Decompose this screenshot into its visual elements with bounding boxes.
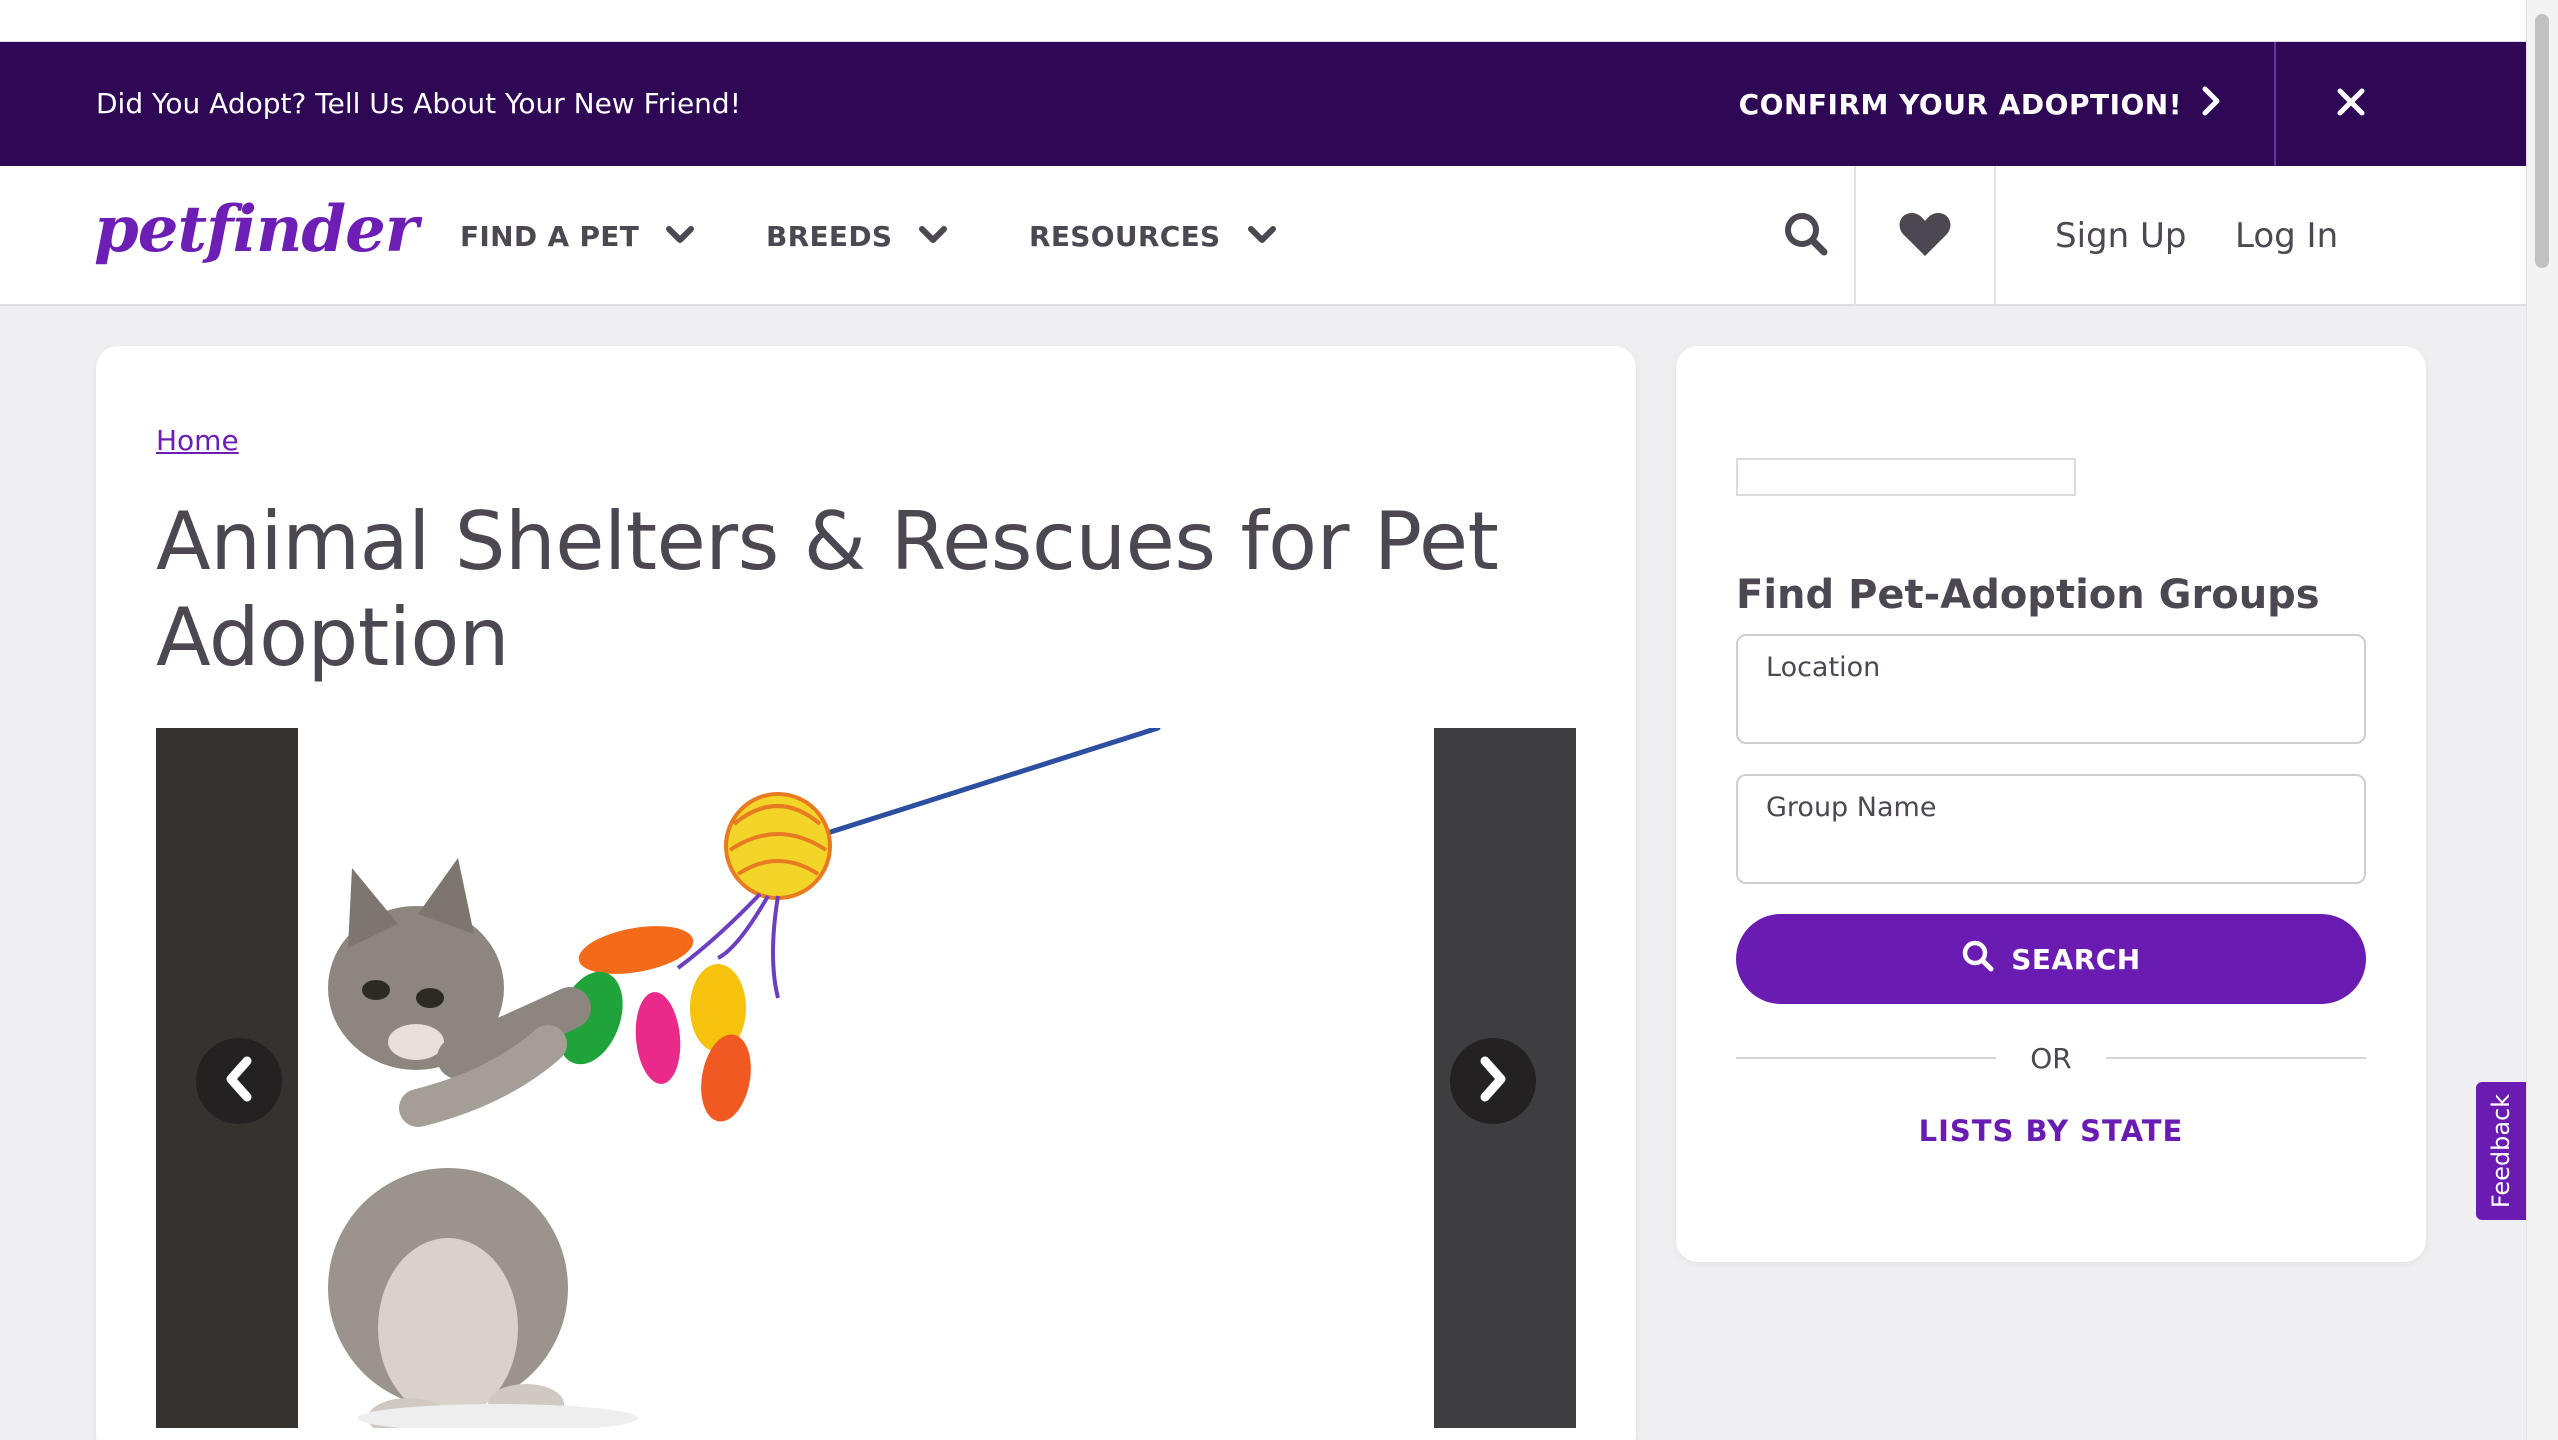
or-divider: OR [1736,1038,2366,1078]
chevron-right-icon [1475,1055,1511,1107]
search-button-label: SEARCH [2011,942,2141,976]
search-icon [1782,210,1830,262]
chevron-left-icon [221,1055,257,1107]
main-content-card: Home Animal Shelters & Rescues for Pet A… [96,346,1636,1440]
search-button[interactable] [1756,166,1856,306]
adoption-banner: Did You Adopt? Tell Us About Your New Fr… [0,42,2526,166]
banner-message: Did You Adopt? Tell Us About Your New Fr… [96,87,741,120]
divider-line [1736,1057,1997,1059]
sign-up-link[interactable]: Sign Up [2055,166,2186,306]
carousel-current-slide-kitten-image [298,728,1434,1428]
carousel-next-button[interactable] [1450,1038,1536,1124]
confirm-adoption-label: CONFIRM YOUR ADOPTION! [1738,87,2182,121]
confirm-adoption-button[interactable]: CONFIRM YOUR ADOPTION! [1739,42,2222,166]
search-card-heading: Find Pet-Adoption Groups [1736,572,2320,618]
feedback-tab[interactable]: Feedback [2476,1082,2526,1220]
breadcrumb-home-link[interactable]: Home [156,424,239,457]
group-name-field[interactable]: Group Name [1736,774,2366,884]
divider-line [2105,1057,2366,1059]
nav-resources[interactable]: RESOURCES [1029,166,1277,306]
location-input[interactable] [1766,697,2336,728]
chevron-right-icon [2200,86,2222,123]
chevron-down-icon [1247,220,1277,253]
or-text: OR [2030,1041,2072,1075]
page-scrollbar[interactable] [2526,0,2558,1440]
banner-divider [2274,42,2276,166]
log-in-link[interactable]: Log In [2235,166,2338,306]
page-title: Animal Shelters & Rescues for Pet Adopti… [156,495,1499,684]
carousel-prev-button[interactable] [196,1038,282,1124]
petfinder-logo[interactable]: petfinder [94,192,419,267]
nav-find-a-pet-label: FIND A PET [460,219,640,253]
heart-icon [1898,210,1952,262]
chevron-down-icon [665,220,695,253]
nav-breeds-label: BREEDS [766,219,893,253]
ad-placeholder [1736,458,2076,496]
browser-top-strip [0,0,2526,42]
nav-separator [1994,166,1996,306]
group-name-field-label: Group Name [1766,792,1937,823]
location-field-label: Location [1766,652,1881,683]
nav-breeds[interactable]: BREEDS [766,166,948,306]
nav-resources-label: RESOURCES [1029,219,1221,253]
adoption-group-search-card: Find Pet-Adoption Groups Location Group … [1676,346,2426,1262]
image-carousel [156,728,1576,1428]
lists-by-state-link[interactable]: LISTS BY STATE [1736,1114,2366,1148]
close-banner-button[interactable] [2326,79,2376,129]
close-icon [2336,87,2366,121]
feedback-label: Feedback [2487,1093,2516,1209]
favorites-button[interactable] [1856,166,1994,306]
group-name-input[interactable] [1766,837,2336,868]
search-icon [1961,939,1995,980]
chevron-down-icon [918,220,948,253]
search-groups-button[interactable]: SEARCH [1736,914,2366,1004]
location-field[interactable]: Location [1736,634,2366,744]
main-navbar: petfinder FIND A PET BREEDS RESOURCES Si… [0,166,2526,306]
nav-find-a-pet[interactable]: FIND A PET [460,166,695,306]
scrollbar-thumb[interactable] [2535,14,2549,268]
